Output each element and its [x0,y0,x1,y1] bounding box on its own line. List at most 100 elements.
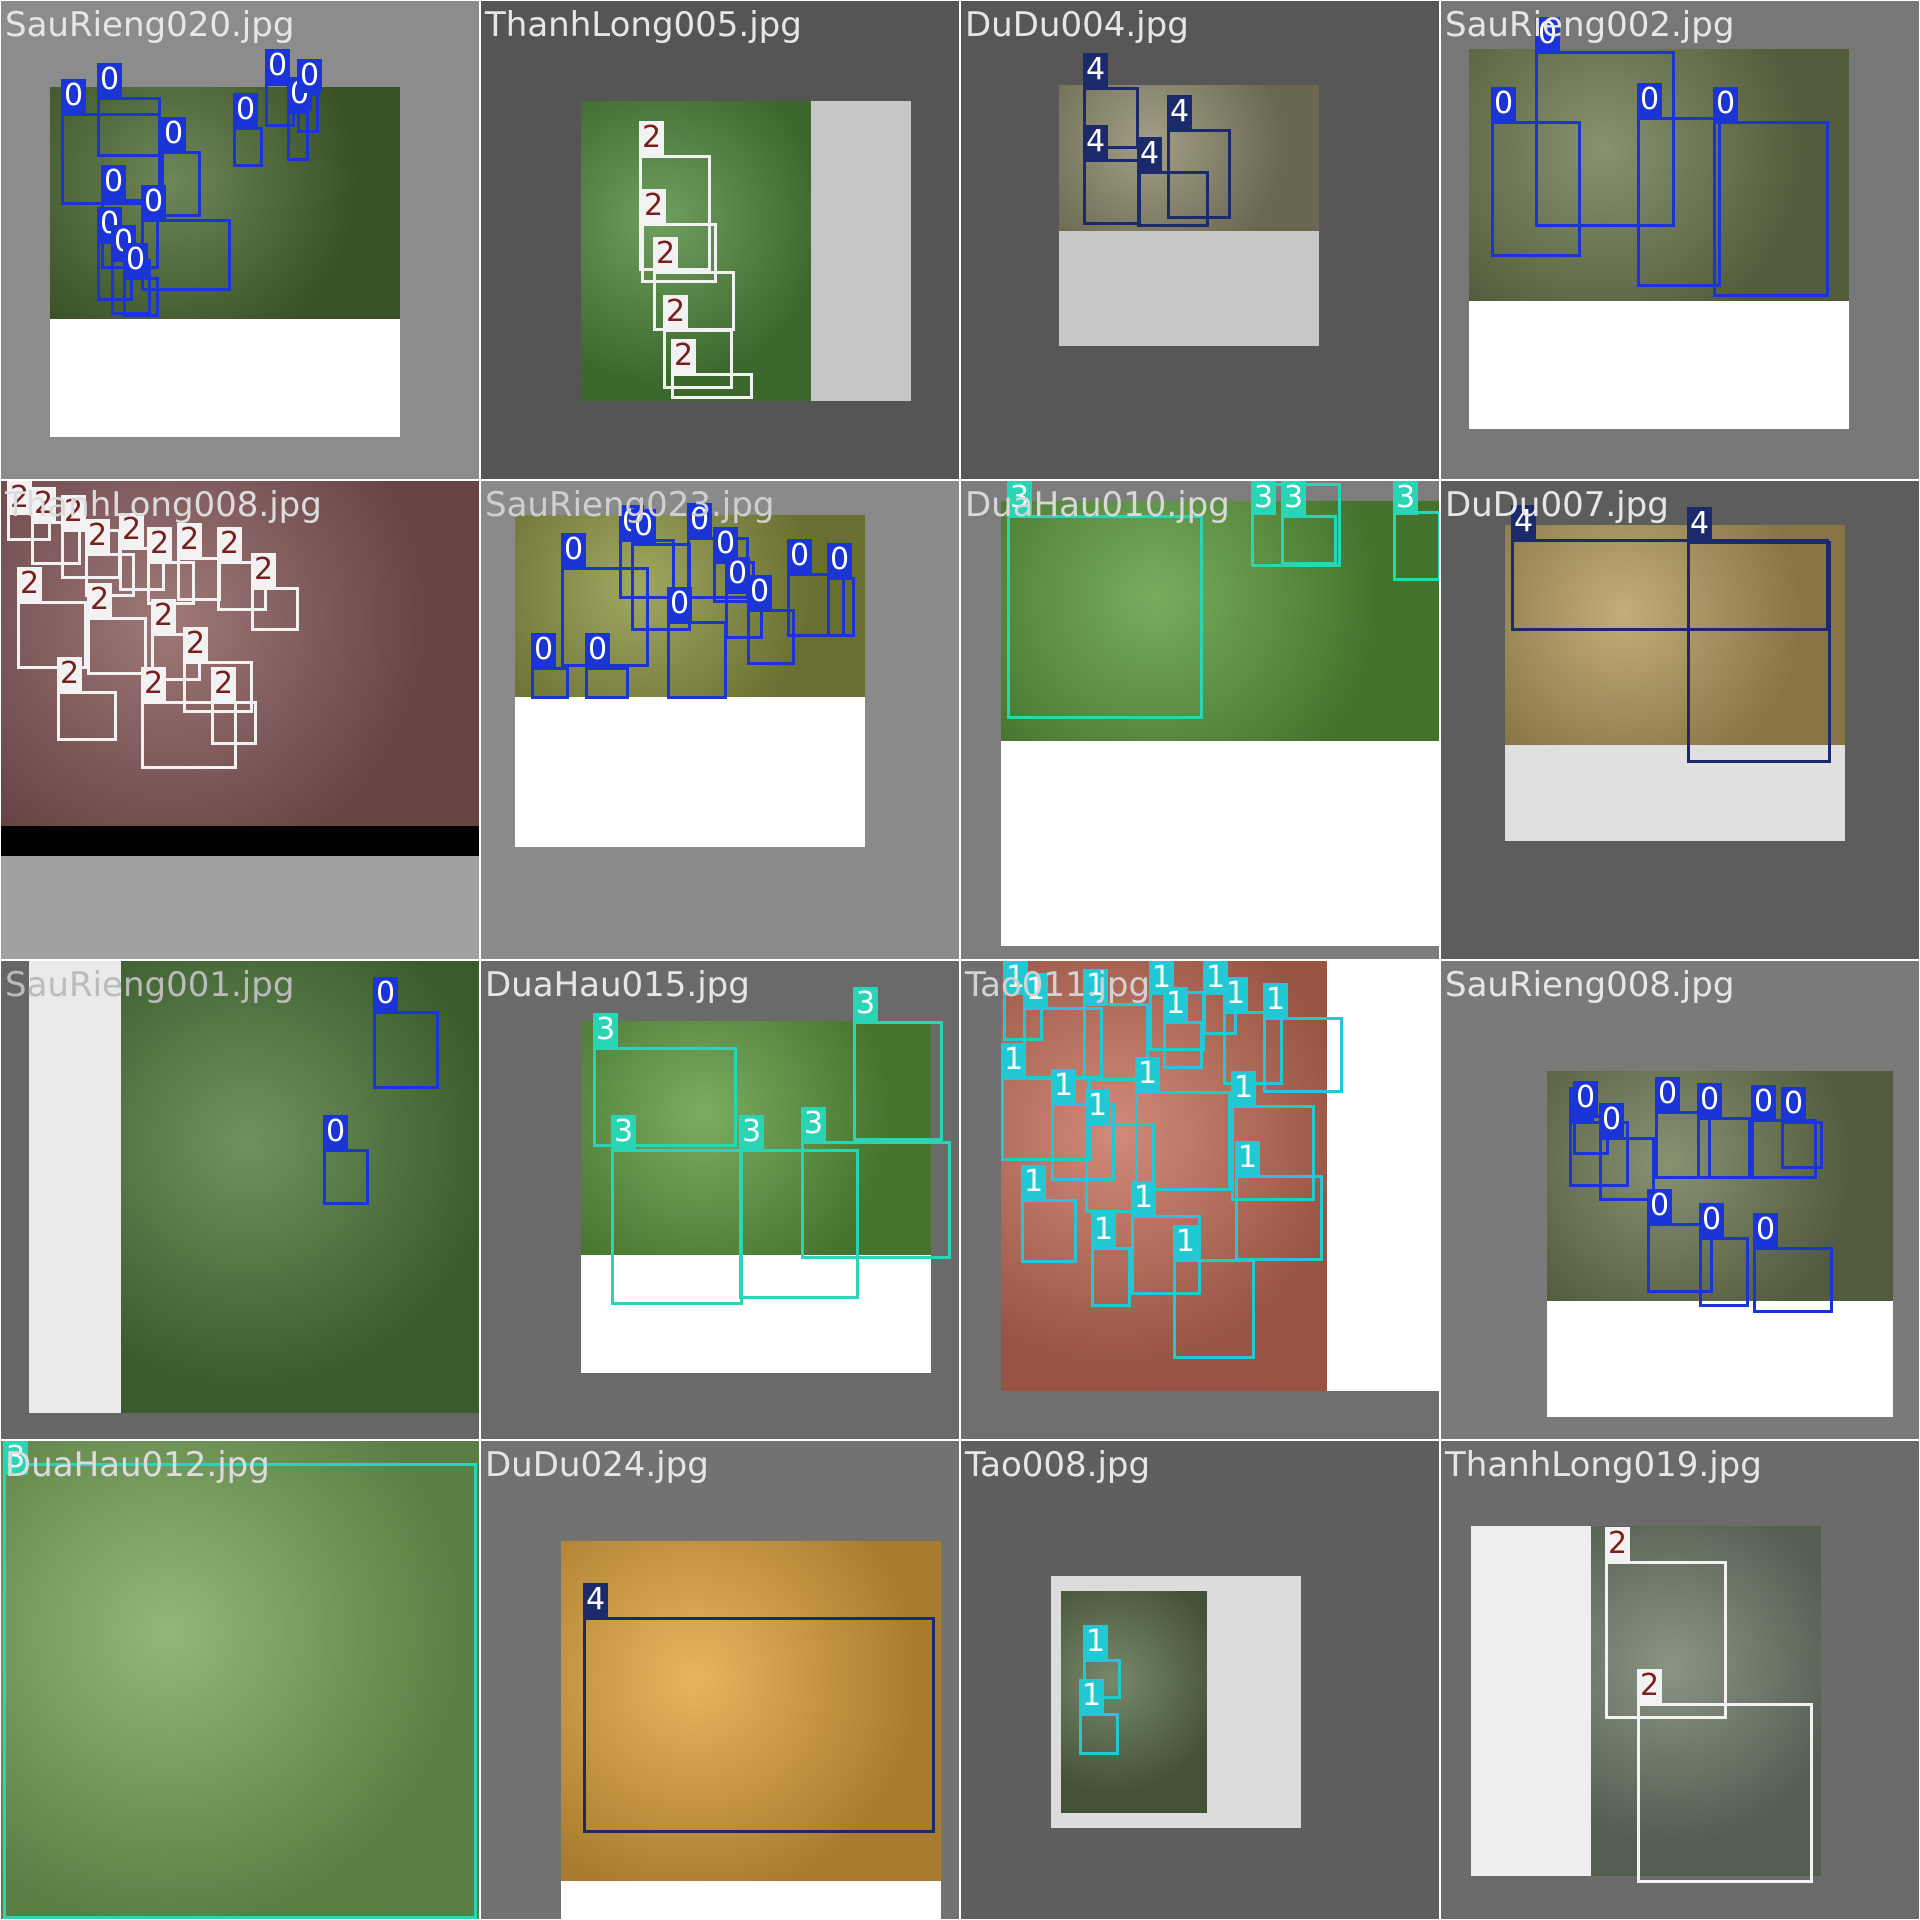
box-class-label: 3 [593,1013,619,1047]
bounding-box [1079,1713,1119,1755]
box-class-label: 0 [1751,1085,1777,1119]
tile-filename: ThanhLong019.jpg [1445,1445,1762,1485]
box-class-label: 0 [1491,87,1517,121]
box-class-label: 2 [217,527,243,561]
mosaic-tile: ThanhLong005.jpg 2 2 2 2 2 [481,1,959,479]
bounding-box [97,97,161,157]
bounding-box [585,667,629,699]
bounding-box [1263,1017,1343,1093]
tile-filename: Tao011.jpg [965,965,1151,1005]
bounding-box [671,373,753,399]
box-class-label: 0 [1655,1077,1681,1111]
box-class-label: 2 [183,627,209,661]
bounding-box [827,577,855,637]
box-class-label: 2 [57,657,83,691]
box-class-label: 0 [1753,1213,1779,1247]
bounding-box [1637,117,1721,287]
box-class-label: 1 [1091,1213,1117,1247]
tile-filename: SauRieng002.jpg [1445,5,1735,45]
bounding-box [1007,515,1203,719]
box-class-label: 0 [585,633,611,667]
bounding-box [177,557,221,601]
box-class-label: 1 [1085,1089,1111,1123]
box-class-label: 1 [1131,1181,1157,1215]
box-class-label: 3 [801,1107,827,1141]
box-class-label: 0 [747,575,773,609]
box-class-label: 2 [87,583,113,617]
mosaic-tile: SauRieng020.jpg 0 0 0 0 0 0 0 0 0 0 0 0 [1,1,479,479]
mosaic-tile: SauRieng008.jpg0000000000 [1441,961,1919,1439]
box-class-label: 1 [1021,1165,1047,1199]
letterbox-padding [811,101,911,401]
box-class-label: 3 [1393,481,1419,515]
box-class-label: 3 [853,987,879,1021]
bounding-box [801,1141,951,1259]
box-class-label: 0 [1573,1081,1599,1115]
box-class-label: 2 [653,237,679,271]
mosaic-tile: SauRieng001.jpg 0 0 [1,961,479,1439]
bounding-box [1163,1021,1203,1069]
bounding-box [1091,1247,1131,1307]
box-class-label: 0 [787,539,813,573]
box-class-label: 2 [151,599,177,633]
box-class-label: 0 [123,243,149,277]
bounding-box [1393,511,1439,581]
bounding-box [853,1021,943,1141]
box-class-label: 1 [1135,1057,1161,1091]
letterbox-padding [1,826,479,856]
box-class-label: 2 [251,553,277,587]
box-class-label: 2 [1637,1669,1663,1703]
box-class-label: 3 [1251,481,1277,515]
bounding-box [531,667,569,699]
bounding-box [87,617,147,675]
tile-filename: DuDu007.jpg [1445,485,1669,525]
bounding-box [1021,1199,1077,1263]
letterbox-padding [1001,741,1439,946]
bounding-box [211,701,257,745]
box-class-label: 2 [17,567,43,601]
bounding-box [1781,1121,1823,1169]
bounding-box [1687,541,1831,763]
letterbox-padding [1327,961,1439,1391]
box-class-label: 3 [1281,481,1307,515]
bounding-box [57,691,117,741]
mosaic-tile: DuDu024.jpg 4 [481,1441,959,1919]
bounding-box [1137,171,1209,227]
box-class-label: 3 [611,1115,637,1149]
bounding-box [123,277,159,317]
box-class-label: 2 [141,667,167,701]
tile-filename: DuDu004.jpg [965,5,1189,45]
box-class-label: 1 [1263,983,1289,1017]
box-class-label: 0 [101,165,127,199]
box-class-label: 0 [297,59,323,93]
box-class-label: 0 [1637,83,1663,117]
bounding-box [1713,121,1829,297]
mosaic-tile: ThanhLong008.jpg 2 2 2 2 2 2 2 2 2 2 2 2 2 2 2 2 [1,481,479,959]
box-class-label: 4 [1167,95,1193,129]
letterbox-padding [50,319,400,437]
mosaic-tile: SauRieng023.jpg000000000000 [481,481,959,959]
bounding-box [1235,1175,1323,1261]
box-class-label: 0 [1781,1087,1807,1121]
box-class-label: 1 [1223,977,1249,1011]
bounding-box [1753,1247,1833,1313]
box-class-label: 4 [1687,507,1713,541]
box-class-label: 1 [1235,1141,1261,1175]
box-class-label: 1 [1079,1679,1105,1713]
letterbox-padding [561,1881,941,1919]
box-class-label: 0 [141,185,167,219]
mosaic-tile: Tao011.jpg 1 1 1 1 1 1 1 1 1 1 1 1 1 1 1 1 1 1 [961,961,1439,1439]
bounding-box [1637,1703,1813,1883]
box-class-label: 1 [1051,1069,1077,1103]
mosaic-tile: DuaHau012.jpg 3 [1,1441,479,1919]
mosaic-tile: ThanhLong019.jpg 2 2 [1441,1441,1919,1919]
bounding-box [667,621,727,699]
box-class-label: 2 [177,523,203,557]
bounding-box [3,1463,477,1919]
box-class-label: 1 [1163,987,1189,1021]
tile-filename: ThanhLong005.jpg [485,5,802,45]
box-class-label: 0 [1599,1103,1625,1137]
box-class-label: 1 [1083,1625,1109,1659]
box-class-label: 1 [1001,1043,1027,1077]
mosaic-tile: DuDu007.jpg 4 4 [1441,481,1919,959]
